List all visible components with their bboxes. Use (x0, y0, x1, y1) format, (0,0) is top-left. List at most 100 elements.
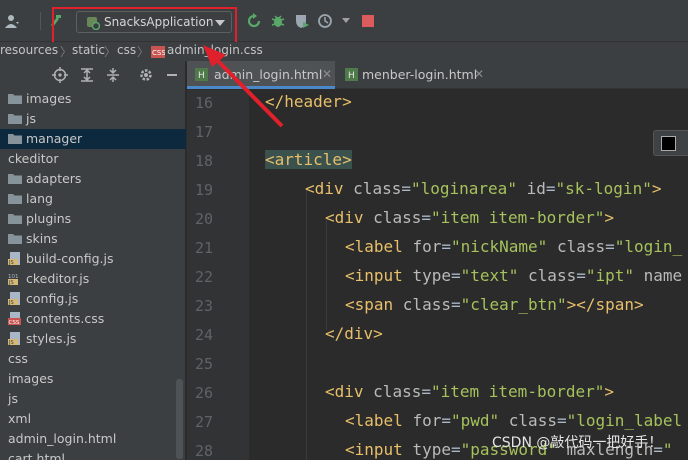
tree-item[interactable]: xml (0, 409, 186, 429)
tree-item[interactable]: cart.html (0, 449, 186, 460)
code-token: </header> (265, 92, 352, 111)
code-token: = (605, 237, 615, 256)
hide-panel-icon[interactable] (164, 67, 180, 83)
close-icon[interactable]: ✕ (474, 67, 484, 81)
breadcrumb-item[interactable]: resources (0, 43, 58, 57)
tree-item[interactable]: manager (0, 129, 186, 149)
debug-icon[interactable] (270, 13, 286, 29)
code-token: "sk-login" (555, 179, 652, 198)
line-number: 20 (194, 210, 213, 228)
html-file-icon: H (345, 68, 358, 81)
tree-item-label: images (8, 371, 54, 386)
line-number: 18 (194, 152, 213, 170)
tree-item-label: js (8, 391, 18, 406)
stop-icon[interactable] (360, 13, 376, 29)
tree-item[interactable]: css (0, 349, 186, 369)
css-file-icon: CSS (151, 46, 165, 58)
line-number: 22 (194, 268, 213, 286)
tree-item-label: js (26, 111, 36, 126)
code-token: class (547, 237, 606, 256)
code-token: "ipt" (585, 266, 635, 285)
gear-icon[interactable] (138, 67, 154, 83)
line-number: 16 (194, 94, 213, 112)
tree-item[interactable]: js (0, 389, 186, 409)
folder-icon (8, 114, 22, 124)
tab-label: admin_login.html (214, 67, 323, 82)
folder-icon (8, 174, 22, 184)
code-line: </header> (265, 92, 352, 121)
code-token: <label (345, 411, 413, 430)
editor-tab-bar: H admin_login.html ✕ H menber-login.html… (187, 61, 688, 89)
user-icon[interactable] (4, 13, 20, 29)
code-token: "clear_btn" (460, 295, 567, 314)
tree-item-label: lang (26, 191, 53, 206)
tree-item[interactable]: 101 JS ckeditor.js (0, 269, 186, 289)
breadcrumb: resources 〉 static 〉 css 〉 CSS admin_log… (0, 42, 688, 61)
code-token: "pwd" (450, 411, 500, 430)
code-token: "item item-border" (430, 208, 605, 227)
tree-item[interactable]: JS build-config.js (0, 249, 186, 269)
code-line: <label for="nickName" class="login_ (345, 237, 682, 266)
code-token: = (441, 411, 451, 430)
tree-item[interactable]: images (0, 89, 186, 109)
tab-admin-login-html[interactable]: H admin_login.html ✕ (187, 61, 335, 89)
locate-icon[interactable] (52, 67, 68, 83)
breadcrumb-item[interactable]: css (117, 43, 136, 57)
tree-item[interactable]: CSS contents.css (0, 309, 186, 329)
tree-item[interactable]: ckeditor (0, 149, 186, 169)
tree-item-label: plugins (26, 211, 72, 226)
project-toolbar (0, 61, 186, 89)
code-token: <span (345, 295, 403, 314)
tree-item-label: manager (26, 131, 83, 146)
svg-text:CSS: CSS (152, 49, 165, 57)
tree-item-label: admin_login.html (8, 431, 117, 446)
tree-item[interactable]: plugins (0, 209, 186, 229)
chevron-down-icon[interactable] (342, 18, 350, 23)
code-line: <span class="clear_btn"></span> (345, 295, 644, 324)
folder-icon (8, 214, 22, 224)
code-token: <div (305, 179, 354, 198)
tree-item[interactable]: admin_login.html (0, 429, 186, 449)
annotation-highlight-box (52, 7, 237, 44)
tab-label: menber-login.html (362, 67, 478, 82)
tree-item[interactable]: js (0, 109, 186, 129)
editor-gutter[interactable]: 16 17 18 19 20 21 22 23 24 25 26 27 28 (187, 90, 263, 460)
tree-item[interactable]: JS config.js (0, 289, 186, 309)
code-token: ></span> (566, 295, 644, 314)
code-token: "item item-border" (430, 382, 605, 401)
code-token: type (412, 440, 451, 459)
expand-all-icon[interactable] (79, 67, 95, 83)
project-tool-window: images js manager ckeditor adapters lang plugi… (0, 61, 186, 460)
tab-menber-login-html[interactable]: H menber-login.html ✕ (337, 61, 487, 89)
code-token: <label (345, 237, 413, 256)
watermark: CSDN @敲代码一把好手！ (492, 435, 663, 451)
breadcrumb-item[interactable]: static (72, 43, 105, 57)
jetbrains-floating-toolbar[interactable] (653, 130, 688, 156)
tree-item[interactable]: adapters (0, 169, 186, 189)
collapse-all-icon[interactable] (105, 67, 121, 83)
code-token: for (412, 411, 442, 430)
code-editor[interactable]: </header> <article> <div class="loginarea"… (250, 90, 688, 460)
breadcrumb-item[interactable]: admin_login.css (167, 43, 263, 57)
project-scrollbar[interactable] (176, 379, 183, 459)
code-token: = (421, 208, 431, 227)
code-token: "text" (460, 266, 519, 285)
breadcrumb-separator: 〉 (137, 45, 150, 59)
code-line: <input type="text" class="ipt" name (345, 266, 682, 295)
code-line: <div class="loginarea" id="sk-login"> (305, 179, 661, 208)
svg-text:JS: JS (8, 280, 14, 285)
tree-item[interactable]: images (0, 369, 186, 389)
tree-item[interactable]: JS styles.js (0, 329, 186, 349)
svg-text:JS: JS (8, 260, 14, 265)
close-icon[interactable]: ✕ (322, 67, 332, 81)
profile-icon[interactable] (318, 13, 334, 29)
tree-item[interactable]: skins (0, 229, 186, 249)
js-file-icon: JS (8, 332, 20, 345)
tree-item[interactable]: lang (0, 189, 186, 209)
code-token: = (450, 266, 461, 285)
rerun-icon[interactable] (246, 13, 262, 29)
coverage-icon[interactable] (294, 13, 310, 29)
tree-item-label: build-config.js (26, 251, 114, 266)
breadcrumb-separator: 〉 (60, 45, 73, 59)
code-token: <input (345, 440, 413, 459)
